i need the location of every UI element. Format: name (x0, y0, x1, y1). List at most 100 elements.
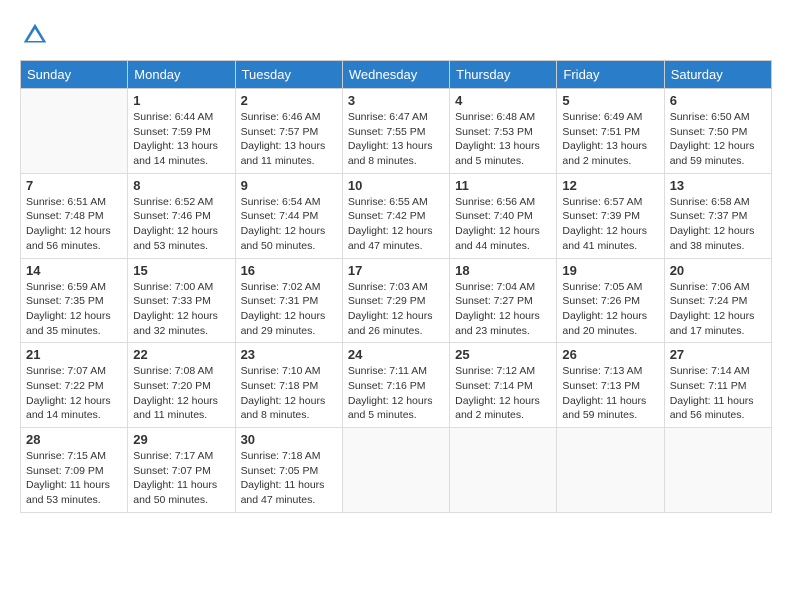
calendar-week-row: 7 Sunrise: 6:51 AM Sunset: 7:48 PM Daylig… (21, 173, 772, 258)
day-number: 3 (348, 93, 444, 108)
day-info: Sunrise: 6:49 AM Sunset: 7:51 PM Dayligh… (562, 110, 658, 169)
day-number: 21 (26, 347, 122, 362)
day-number: 8 (133, 178, 229, 193)
day-number: 24 (348, 347, 444, 362)
calendar-cell: 20Sunrise: 7:06 AM Sunset: 7:24 PM Dayli… (664, 258, 771, 343)
day-info: Sunrise: 6:48 AM Sunset: 7:53 PM Dayligh… (455, 110, 551, 169)
calendar-cell: 9 Sunrise: 6:54 AM Sunset: 7:44 PM Daylig… (235, 173, 342, 258)
calendar-cell: 1 Sunrise: 6:44 AM Sunset: 7:59 PM Daylig… (128, 89, 235, 174)
calendar-cell: 24 Sunrise: 7:11 AM Sunset: 7:16 PM Dayli… (342, 343, 449, 428)
calendar-cell (342, 428, 449, 513)
calendar-cell: 14 Sunrise: 6:59 AM Sunset: 7:35 PM Dayli… (21, 258, 128, 343)
day-info: Sunrise: 7:15 AM Sunset: 7:09 PM Dayligh… (26, 449, 122, 508)
day-info: Sunrise: 7:07 AM Sunset: 7:22 PM Dayligh… (26, 364, 122, 423)
day-number: 17 (348, 263, 444, 278)
calendar-week-row: 28 Sunrise: 7:15 AM Sunset: 7:09 PM Dayli… (21, 428, 772, 513)
day-of-week-header: Sunday (21, 61, 128, 89)
calendar-week-row: 1 Sunrise: 6:44 AM Sunset: 7:59 PM Daylig… (21, 89, 772, 174)
day-number: 2 (241, 93, 337, 108)
calendar-cell: 7 Sunrise: 6:51 AM Sunset: 7:48 PM Daylig… (21, 173, 128, 258)
day-number: 12 (562, 178, 658, 193)
calendar-cell: 11 Sunrise: 6:56 AM Sunset: 7:40 PM Dayli… (450, 173, 557, 258)
day-info: Sunrise: 7:12 AM Sunset: 7:14 PM Dayligh… (455, 364, 551, 423)
calendar-cell: 21 Sunrise: 7:07 AM Sunset: 7:22 PM Dayli… (21, 343, 128, 428)
day-number: 25 (455, 347, 551, 362)
calendar-cell: 16 Sunrise: 7:02 AM Sunset: 7:31 PM Dayli… (235, 258, 342, 343)
calendar-week-row: 21 Sunrise: 7:07 AM Sunset: 7:22 PM Dayli… (21, 343, 772, 428)
calendar-cell: 18Sunrise: 7:04 AM Sunset: 7:27 PM Dayli… (450, 258, 557, 343)
day-info: Sunrise: 6:54 AM Sunset: 7:44 PM Dayligh… (241, 195, 337, 254)
day-info: Sunrise: 7:11 AM Sunset: 7:16 PM Dayligh… (348, 364, 444, 423)
calendar-cell: 27 Sunrise: 7:14 AM Sunset: 7:11 PM Dayli… (664, 343, 771, 428)
day-info: Sunrise: 7:14 AM Sunset: 7:11 PM Dayligh… (670, 364, 766, 423)
day-number: 13 (670, 178, 766, 193)
calendar-cell: 4Sunrise: 6:48 AM Sunset: 7:53 PM Daylig… (450, 89, 557, 174)
calendar-cell: 5 Sunrise: 6:49 AM Sunset: 7:51 PM Daylig… (557, 89, 664, 174)
day-number: 9 (241, 178, 337, 193)
day-number: 1 (133, 93, 229, 108)
day-of-week-header: Friday (557, 61, 664, 89)
day-number: 27 (670, 347, 766, 362)
day-number: 26 (562, 347, 658, 362)
day-info: Sunrise: 7:05 AM Sunset: 7:26 PM Dayligh… (562, 280, 658, 339)
day-number: 11 (455, 178, 551, 193)
day-number: 5 (562, 93, 658, 108)
calendar-cell (450, 428, 557, 513)
calendar-cell (557, 428, 664, 513)
day-info: Sunrise: 6:52 AM Sunset: 7:46 PM Dayligh… (133, 195, 229, 254)
day-info: Sunrise: 6:44 AM Sunset: 7:59 PM Dayligh… (133, 110, 229, 169)
day-number: 14 (26, 263, 122, 278)
day-info: Sunrise: 6:47 AM Sunset: 7:55 PM Dayligh… (348, 110, 444, 169)
calendar-cell: 19 Sunrise: 7:05 AM Sunset: 7:26 PM Dayli… (557, 258, 664, 343)
day-info: Sunrise: 7:03 AM Sunset: 7:29 PM Dayligh… (348, 280, 444, 339)
calendar-cell: 22Sunrise: 7:08 AM Sunset: 7:20 PM Dayli… (128, 343, 235, 428)
page-header (20, 20, 772, 50)
day-info: Sunrise: 6:58 AM Sunset: 7:37 PM Dayligh… (670, 195, 766, 254)
day-info: Sunrise: 6:46 AM Sunset: 7:57 PM Dayligh… (241, 110, 337, 169)
calendar-cell: 2 Sunrise: 6:46 AM Sunset: 7:57 PM Daylig… (235, 89, 342, 174)
day-number: 10 (348, 178, 444, 193)
logo (20, 20, 54, 50)
day-number: 20 (670, 263, 766, 278)
day-info: Sunrise: 6:50 AM Sunset: 7:50 PM Dayligh… (670, 110, 766, 169)
day-number: 22 (133, 347, 229, 362)
day-info: Sunrise: 7:00 AM Sunset: 7:33 PM Dayligh… (133, 280, 229, 339)
calendar-cell: 6 Sunrise: 6:50 AM Sunset: 7:50 PM Daylig… (664, 89, 771, 174)
day-info: Sunrise: 6:55 AM Sunset: 7:42 PM Dayligh… (348, 195, 444, 254)
calendar-week-row: 14 Sunrise: 6:59 AM Sunset: 7:35 PM Dayli… (21, 258, 772, 343)
day-number: 29 (133, 432, 229, 447)
calendar-table: SundayMondayTuesdayWednesdayThursdayFrid… (20, 60, 772, 513)
day-of-week-header: Monday (128, 61, 235, 89)
day-number: 6 (670, 93, 766, 108)
logo-icon (20, 20, 50, 50)
day-of-week-header: Tuesday (235, 61, 342, 89)
calendar-cell: 8 Sunrise: 6:52 AM Sunset: 7:46 PM Daylig… (128, 173, 235, 258)
calendar-cell: 13 Sunrise: 6:58 AM Sunset: 7:37 PM Dayli… (664, 173, 771, 258)
day-number: 15 (133, 263, 229, 278)
day-number: 7 (26, 178, 122, 193)
calendar-cell (21, 89, 128, 174)
calendar-cell: 17 Sunrise: 7:03 AM Sunset: 7:29 PM Dayli… (342, 258, 449, 343)
day-of-week-header: Wednesday (342, 61, 449, 89)
calendar-cell: 23Sunrise: 7:10 AM Sunset: 7:18 PM Dayli… (235, 343, 342, 428)
calendar-cell: 10 Sunrise: 6:55 AM Sunset: 7:42 PM Dayli… (342, 173, 449, 258)
day-number: 28 (26, 432, 122, 447)
day-info: Sunrise: 6:51 AM Sunset: 7:48 PM Dayligh… (26, 195, 122, 254)
day-of-week-header: Saturday (664, 61, 771, 89)
day-number: 30 (241, 432, 337, 447)
day-info: Sunrise: 7:02 AM Sunset: 7:31 PM Dayligh… (241, 280, 337, 339)
day-number: 23 (241, 347, 337, 362)
day-info: Sunrise: 6:57 AM Sunset: 7:39 PM Dayligh… (562, 195, 658, 254)
day-info: Sunrise: 6:59 AM Sunset: 7:35 PM Dayligh… (26, 280, 122, 339)
day-number: 19 (562, 263, 658, 278)
day-number: 16 (241, 263, 337, 278)
calendar-cell: 28 Sunrise: 7:15 AM Sunset: 7:09 PM Dayli… (21, 428, 128, 513)
calendar-cell: 29Sunrise: 7:17 AM Sunset: 7:07 PM Dayli… (128, 428, 235, 513)
calendar-cell (664, 428, 771, 513)
calendar-cell: 12 Sunrise: 6:57 AM Sunset: 7:39 PM Dayli… (557, 173, 664, 258)
day-info: Sunrise: 7:04 AM Sunset: 7:27 PM Dayligh… (455, 280, 551, 339)
day-info: Sunrise: 7:13 AM Sunset: 7:13 PM Dayligh… (562, 364, 658, 423)
calendar-header-row: SundayMondayTuesdayWednesdayThursdayFrid… (21, 61, 772, 89)
calendar-cell: 26 Sunrise: 7:13 AM Sunset: 7:13 PM Dayli… (557, 343, 664, 428)
day-info: Sunrise: 6:56 AM Sunset: 7:40 PM Dayligh… (455, 195, 551, 254)
